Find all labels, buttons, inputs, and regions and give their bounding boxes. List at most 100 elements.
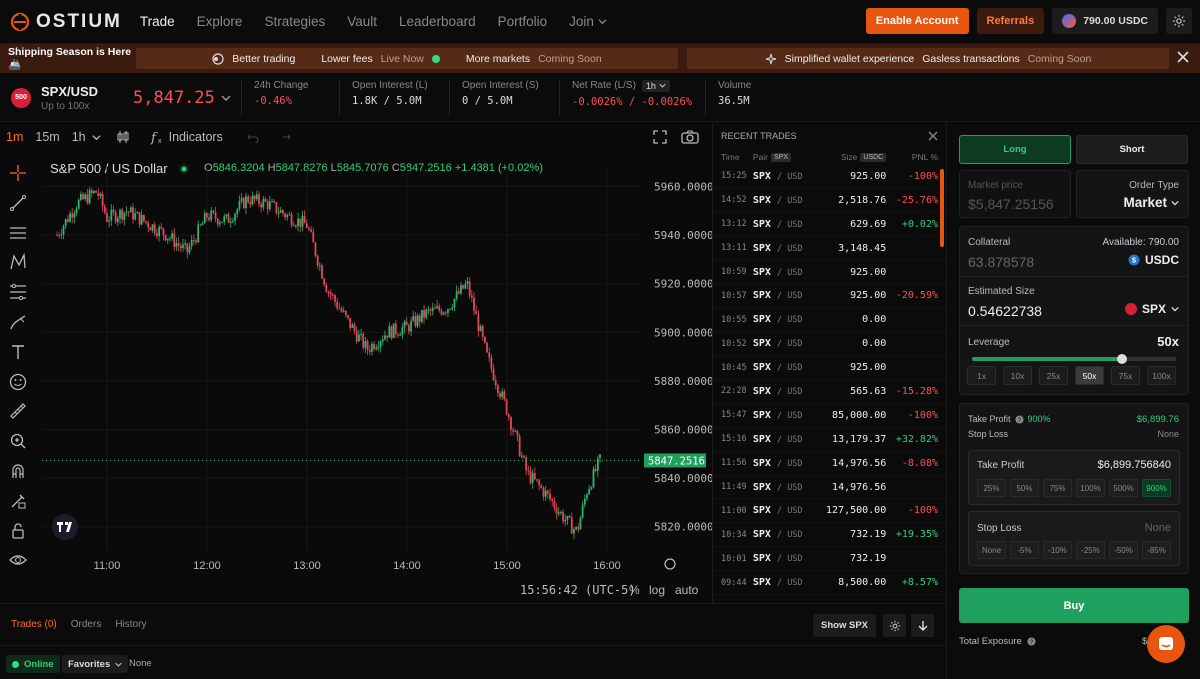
crosshair-icon[interactable]	[0, 159, 36, 187]
brush-icon[interactable]	[0, 308, 36, 336]
tab-trades[interactable]: Trades (0)	[11, 619, 57, 630]
leverage-preset-50x[interactable]: 50x	[1075, 366, 1104, 385]
emoji-icon[interactable]	[0, 368, 36, 396]
sl-preset-50[interactable]: -50%	[1109, 541, 1138, 559]
avatar	[1062, 14, 1077, 28]
trade-size: 732.19	[850, 529, 887, 541]
chevron-down-icon[interactable]	[92, 133, 101, 142]
fib-icon[interactable]	[0, 278, 36, 306]
stop-loss-input[interactable]: None	[1145, 522, 1171, 534]
collateral-input[interactable]: 63.878578	[968, 254, 1034, 270]
nav-trade[interactable]: Trade	[140, 14, 175, 29]
tp-preset-25[interactable]: 25%	[977, 479, 1006, 497]
sl-preset-25[interactable]: -25%	[1076, 541, 1105, 559]
tf-1m[interactable]: 1m	[6, 130, 23, 144]
chevron-down-icon[interactable]	[221, 93, 231, 103]
candle-body	[490, 357, 493, 369]
show-spx-button[interactable]: Show SPX	[813, 614, 876, 637]
nav-portfolio[interactable]: Portfolio	[498, 14, 548, 29]
fullscreen-icon[interactable]	[653, 130, 667, 144]
enable-account-button[interactable]: Enable Account	[865, 8, 969, 34]
redo-icon[interactable]	[279, 131, 291, 143]
ruler-icon[interactable]	[0, 397, 36, 425]
sl-preset-10[interactable]: -10%	[1043, 541, 1072, 559]
leverage-preset-100x[interactable]: 100x	[1147, 366, 1176, 385]
log-toggle[interactable]: log	[649, 583, 665, 597]
candle-body	[423, 309, 425, 318]
camera-icon[interactable]	[681, 130, 699, 144]
lock-icon[interactable]	[0, 517, 36, 545]
positions-settings-button[interactable]	[883, 614, 906, 637]
pattern-icon[interactable]	[0, 248, 36, 276]
help-icon[interactable]: ?	[1014, 414, 1024, 424]
order-type-select[interactable]: Order Type Market	[1076, 170, 1189, 218]
close-icon[interactable]	[928, 131, 938, 141]
tf-15m[interactable]: 15m	[35, 130, 59, 144]
chat-button[interactable]	[1147, 625, 1185, 663]
nav-vault[interactable]: Vault	[347, 14, 377, 29]
size-currency-select[interactable]: SPX	[1124, 302, 1179, 316]
nav-strategies[interactable]: Strategies	[264, 14, 325, 29]
long-tab[interactable]: Long	[959, 135, 1071, 164]
candle-body	[112, 209, 115, 213]
candle-body	[195, 240, 197, 243]
nav-explore[interactable]: Explore	[197, 14, 243, 29]
tp-preset-100[interactable]: 100%	[1076, 479, 1105, 497]
indicators-button[interactable]: Indicators	[169, 130, 223, 144]
lock-draw-icon[interactable]	[0, 487, 36, 515]
short-tab[interactable]: Short	[1076, 135, 1188, 164]
candle-body	[264, 199, 267, 202]
leverage-handle[interactable]	[1116, 354, 1127, 364]
magnet-icon[interactable]	[0, 457, 36, 485]
take-profit-input[interactable]: $6,899.756840	[1098, 459, 1171, 471]
buy-button[interactable]: Buy	[959, 588, 1189, 623]
tp-preset-50[interactable]: 50%	[1010, 479, 1039, 497]
candle-body	[510, 417, 512, 430]
leverage-preset-10x[interactable]: 10x	[1003, 366, 1032, 385]
wallet-button[interactable]: 790.00 USDC	[1052, 8, 1158, 34]
tp-preset-900[interactable]: 900%	[1142, 479, 1171, 497]
tab-orders[interactable]: Orders	[71, 619, 102, 630]
help-icon[interactable]: ?	[1027, 637, 1036, 646]
estimated-size-value[interactable]: 0.54622738	[968, 303, 1042, 319]
nav-leaderboard[interactable]: Leaderboard	[399, 14, 476, 29]
tf-1h[interactable]: 1h	[72, 130, 86, 144]
sl-preset-5[interactable]: -5%	[1010, 541, 1039, 559]
sl-preset-85[interactable]: -85%	[1142, 541, 1171, 559]
horizontal-lines-icon[interactable]	[0, 219, 36, 247]
trade-pair: SPX	[752, 529, 771, 541]
tp-preset-500[interactable]: 500%	[1109, 479, 1138, 497]
price-chart[interactable]: 5820.0000 5840.0000 5860.0000 5880.0000 5900…	[36, 167, 712, 573]
leverage-preset-25x[interactable]: 25x	[1039, 366, 1068, 385]
zoom-icon[interactable]	[0, 427, 36, 455]
chevron-down-icon	[598, 19, 607, 25]
trades-scrollbar[interactable]	[940, 169, 944, 247]
ostium-logo[interactable]: OSTIUM	[10, 11, 122, 33]
percent-toggle[interactable]: %	[629, 583, 640, 597]
favorites-select[interactable]: Favorites	[62, 655, 129, 673]
trade-pnl: +8.57%	[901, 577, 938, 589]
eye-icon[interactable]	[0, 546, 36, 574]
trade-size: 0.00	[862, 314, 887, 326]
sl-preset-none[interactable]: None	[977, 541, 1006, 559]
undo-icon[interactable]	[247, 131, 259, 143]
toggle-icon	[212, 52, 224, 65]
text-tool-icon[interactable]	[0, 338, 36, 366]
close-icon[interactable]	[1176, 50, 1190, 64]
collapse-button[interactable]	[911, 614, 934, 637]
nav-join[interactable]: Join	[569, 14, 607, 29]
referrals-button[interactable]: Referrals	[976, 8, 1045, 34]
leverage-preset-1x[interactable]: 1x	[967, 366, 996, 385]
net-rate-timeframe[interactable]: 1h	[641, 79, 670, 92]
trendline-icon[interactable]	[0, 189, 36, 217]
auto-toggle[interactable]: auto	[675, 583, 698, 597]
leverage-preset-75x[interactable]: 75x	[1111, 366, 1140, 385]
leverage-slider[interactable]	[972, 354, 1176, 364]
candle-body	[140, 214, 143, 225]
candle-type-icon[interactable]	[115, 129, 131, 145]
pair-selector[interactable]: SPX/USD Up to 100x	[41, 84, 133, 112]
tab-history[interactable]: History	[115, 619, 146, 630]
tradingview-logo[interactable]	[52, 514, 78, 540]
tp-preset-75[interactable]: 75%	[1043, 479, 1072, 497]
settings-button[interactable]	[1166, 8, 1192, 34]
